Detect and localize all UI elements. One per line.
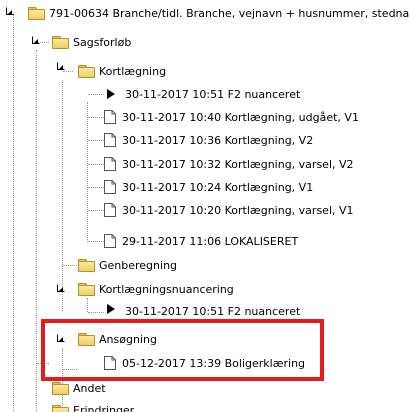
tree-folder-andet[interactable]: Andet xyxy=(52,379,106,397)
document-icon xyxy=(104,110,116,124)
tree-folder-kortlaegningsnuancering[interactable]: Kortlægningsnuancering xyxy=(78,280,234,298)
document-icon xyxy=(104,203,116,217)
tree-node-label: Sagsforløb xyxy=(73,35,132,49)
tree-guide-line xyxy=(88,117,104,118)
current-arrow-icon xyxy=(107,304,115,314)
current-arrow-icon xyxy=(107,89,115,99)
tree-folder-erindringer[interactable]: Erindringer xyxy=(52,402,134,412)
tree-item-document[interactable]: 30-11-2017 10:36 Kortlægning, V2 xyxy=(104,131,313,149)
tree-guide-line xyxy=(36,50,37,412)
tree-node-label: 29-11-2017 11:06 LOKALISERET xyxy=(122,234,299,248)
tree-guide-line xyxy=(88,94,104,95)
collapse-toggle-kortlaegningsnuancering[interactable] xyxy=(57,284,65,292)
tree-node-label: 30-11-2017 10:24 Kortlægning, V1 xyxy=(122,180,314,194)
tree-folder-kortlaegning[interactable]: Kortlægning xyxy=(78,62,166,80)
collapse-toggle-sagsforloeb[interactable] xyxy=(32,36,40,44)
tree-guide-line xyxy=(87,102,88,242)
tree-folder-root[interactable]: 791-00634 Branche/tidl. Branche, vejnavn… xyxy=(28,4,409,22)
folder-icon xyxy=(52,382,69,395)
folder-open-icon xyxy=(78,333,95,346)
tree-guide-line xyxy=(88,140,104,141)
folder-icon xyxy=(78,259,95,272)
tree-node-label: Kortlægningsnuancering xyxy=(99,282,234,296)
tree-item-document[interactable]: 29-11-2017 11:06 LOKALISERET xyxy=(104,232,298,250)
tree-node-label: 30-11-2017 10:32 Kortlægning, varsel, V2 xyxy=(122,157,354,171)
folder-open-icon xyxy=(52,36,69,49)
tree-guide-line xyxy=(88,164,104,165)
tree-guide-line xyxy=(37,363,49,364)
tree-node-label: 30-11-2017 10:20 Kortlægning, varsel, V1 xyxy=(122,203,354,217)
document-icon xyxy=(104,234,116,248)
tree-folder-sagsforloeb[interactable]: Sagsforløb xyxy=(52,33,131,51)
tree-item-document[interactable]: 05-12-2017 13:39 Boligerklæring xyxy=(104,354,305,372)
tree-node-label: 30-11-2017 10:51 F2 nuanceret xyxy=(125,305,301,315)
tree-item-document[interactable]: 30-11-2017 10:40 Kortlægning, udgået, V1 xyxy=(104,108,359,126)
document-icon xyxy=(104,180,116,194)
tree-guide-line xyxy=(63,369,77,370)
tree-node-label: Erindringer xyxy=(73,404,135,412)
tree-folder-ansoegning[interactable]: Ansøgning xyxy=(78,330,157,348)
collapse-toggle-kortlaegning[interactable] xyxy=(57,62,65,70)
tree-item-document[interactable]: 30-11-2017 10:20 Kortlægning, varsel, V1 xyxy=(104,201,354,219)
tree-guide-line xyxy=(88,312,104,313)
tree-node-label: Genberegning xyxy=(99,258,178,272)
tree-guide-line xyxy=(88,210,104,211)
tree-node-label: 30-11-2017 10:40 Kortlægning, udgået, V1 xyxy=(122,110,359,124)
case-tree: 791-00634 Branche/tidl. Branche, vejnavn… xyxy=(0,0,409,412)
tree-guide-line xyxy=(63,71,73,72)
tree-node-label: 791-00634 Branche/tidl. Branche, vejnavn… xyxy=(49,6,409,20)
folder-open-icon xyxy=(78,283,95,296)
document-icon xyxy=(104,133,116,147)
tree-guide-line xyxy=(63,265,77,266)
tree-item-document[interactable]: 30-11-2017 10:24 Kortlægning, V1 xyxy=(104,178,313,196)
tree-guide-line xyxy=(62,81,63,311)
tree-node-label: Kortlægning xyxy=(99,64,167,78)
tree-guide-line xyxy=(88,241,104,242)
folder-icon xyxy=(52,405,69,412)
tree-node-label: 30-11-2017 10:36 Kortlægning, V2 xyxy=(122,133,314,147)
tree-guide-line xyxy=(87,298,88,312)
document-icon xyxy=(104,157,116,171)
tree-guide-line xyxy=(13,14,14,412)
tree-item-current[interactable]: 30-11-2017 10:51 F2 nuanceret xyxy=(104,85,300,103)
collapse-toggle-root[interactable] xyxy=(6,7,14,15)
tree-node-label: 30-11-2017 10:51 F2 nuanceret xyxy=(125,87,301,101)
folder-open-icon xyxy=(28,7,45,20)
collapse-toggle-ansoegning[interactable] xyxy=(57,334,65,342)
tree-item-current[interactable]: 30-11-2017 10:51 F2 nuanceret xyxy=(104,303,300,315)
tree-node-label: Andet xyxy=(73,381,106,395)
tree-folder-genberegning[interactable]: Genberegning xyxy=(78,256,177,274)
tree-guide-line xyxy=(88,187,104,188)
tree-node-label: 05-12-2017 13:39 Boligerklæring xyxy=(122,356,306,370)
tree-node-label: Ansøgning xyxy=(99,332,157,346)
tree-item-document[interactable]: 30-11-2017 10:32 Kortlægning, varsel, V2 xyxy=(104,155,354,173)
document-icon xyxy=(104,356,116,370)
folder-open-icon xyxy=(78,65,95,78)
